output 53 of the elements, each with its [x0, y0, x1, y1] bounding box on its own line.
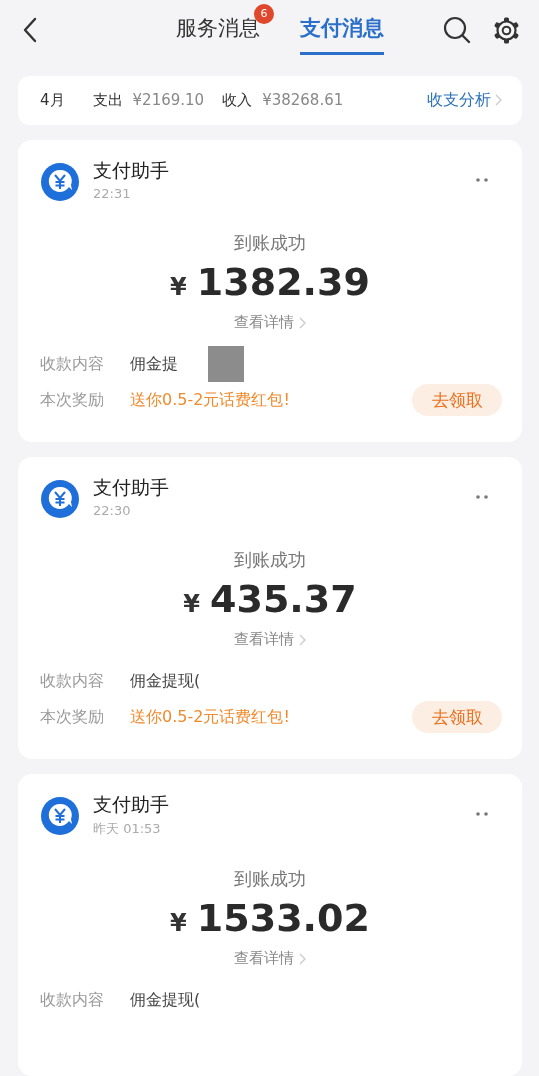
- expense-amount: ¥2169.10: [132, 91, 205, 110]
- sender-name: 支付助手: [93, 475, 170, 500]
- message-time: 22:31: [93, 186, 132, 201]
- analysis-link[interactable]: 收支分析: [427, 89, 491, 111]
- settings-icon: [492, 15, 521, 45]
- settings-button[interactable]: [492, 15, 521, 45]
- field-label: 本次奖励: [40, 706, 105, 728]
- income-label: 收入: [222, 90, 253, 110]
- currency-symbol: ¥: [170, 909, 187, 937]
- tab[interactable]: 支付消息: [300, 5, 384, 55]
- claim-button[interactable]: 去领取: [412, 701, 502, 733]
- chevron-icon: [299, 633, 306, 646]
- more-icon: [476, 812, 488, 816]
- reward-text: 送你0.5-2元话费红包!: [130, 706, 291, 728]
- more-icon: [476, 495, 488, 499]
- message-time: 昨天 01:53: [93, 820, 162, 838]
- claim-button[interactable]: 去领取: [412, 384, 502, 416]
- search-icon: [442, 15, 472, 46]
- chevron-icon: [495, 94, 502, 107]
- payment-status: 到账成功: [233, 231, 307, 255]
- field-label: 本次奖励: [40, 389, 105, 411]
- chevron-icon: [299, 952, 306, 965]
- expense-label: 支出: [92, 90, 123, 110]
- payment-status: 到账成功: [233, 548, 307, 572]
- yuan-chat-icon: [40, 162, 80, 202]
- reward-text: 送你0.5-2元话费红包!: [130, 389, 291, 411]
- details-link[interactable]: 查看详情: [234, 630, 294, 649]
- field-value: 佣金提现(: [130, 989, 201, 1011]
- field-label: 收款内容: [40, 670, 105, 692]
- currency-symbol: ¥: [183, 590, 201, 618]
- back-button[interactable]: [22, 17, 38, 44]
- payment-amount: 435.37: [210, 577, 357, 621]
- field-label: 收款内容: [40, 353, 105, 375]
- currency-symbol: ¥: [170, 273, 187, 301]
- month-label: 4月: [40, 90, 65, 110]
- field-label: 收款内容: [40, 989, 105, 1011]
- field-value: 佣金提: [130, 353, 178, 375]
- yuan-chat-icon: [40, 796, 80, 836]
- more-icon: [476, 178, 488, 182]
- sender-name: 支付助手: [93, 158, 170, 183]
- sender-name: 支付助手: [93, 792, 170, 817]
- back-icon: [22, 17, 38, 44]
- payment-amount: 1533.02: [196, 896, 370, 940]
- field-value: 佣金提现(: [130, 670, 201, 692]
- search-button[interactable]: [442, 15, 472, 46]
- yuan-chat-icon: [40, 479, 80, 519]
- details-link[interactable]: 查看详情: [234, 949, 294, 968]
- chevron-icon: [299, 316, 306, 329]
- income-amount: ¥38268.61: [262, 91, 344, 110]
- message-time: 22:30: [93, 503, 132, 518]
- payment-status: 到账成功: [233, 867, 307, 891]
- details-link[interactable]: 查看详情: [234, 313, 294, 332]
- payment-amount: 1382.39: [196, 260, 370, 304]
